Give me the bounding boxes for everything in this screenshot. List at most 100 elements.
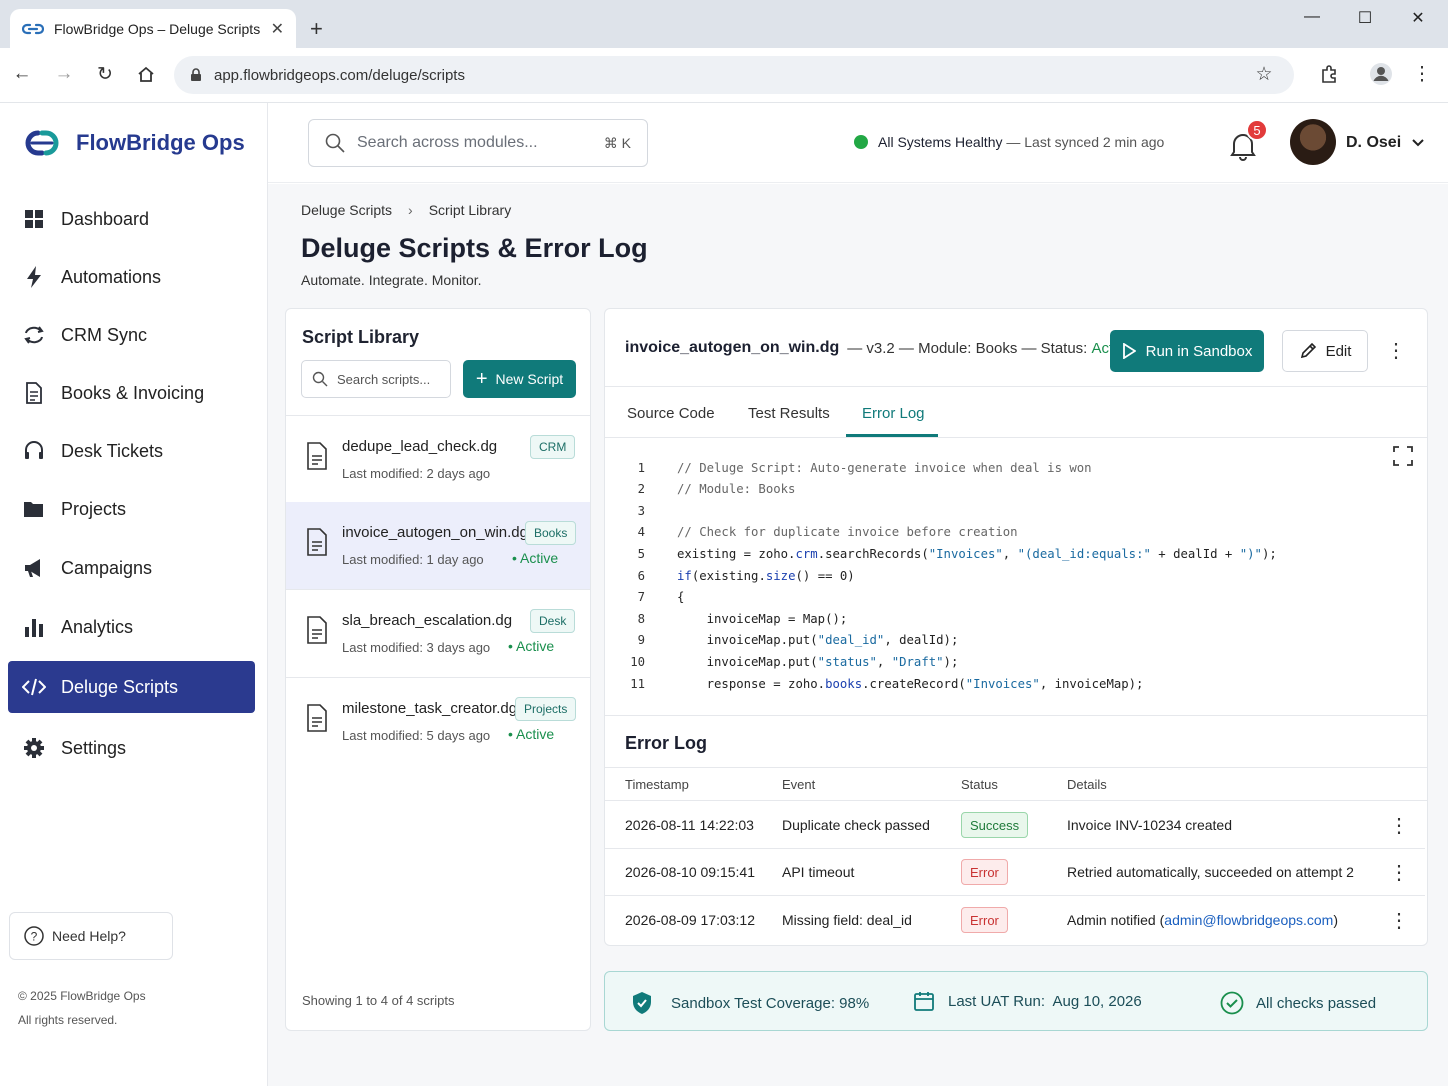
row-more-options-icon[interactable]: ⋮	[1389, 816, 1409, 836]
code-token: // Module: Books	[677, 482, 796, 497]
search-icon	[325, 133, 345, 153]
play-icon	[1122, 343, 1136, 359]
sidebar-item-analytics[interactable]: Analytics	[8, 601, 255, 653]
code-line: 9 invoiceMap.put("deal_id", dealId);	[605, 630, 959, 651]
status-text: Active	[520, 550, 559, 566]
browser-tab[interactable]: FlowBridge Ops – Deluge Scripts ✕	[10, 9, 296, 48]
module-tag: CRM	[530, 435, 576, 459]
row-more-options-icon[interactable]: ⋮	[1389, 911, 1409, 931]
flowbridge-logo-icon	[25, 130, 59, 156]
gear-icon	[22, 736, 46, 760]
bookmark-star-icon[interactable]: ☆	[1252, 62, 1276, 86]
home-icon[interactable]	[134, 62, 158, 86]
tab-source-code[interactable]: Source Code	[627, 405, 715, 422]
copyright: © 2025 FlowBridge Ops	[18, 989, 146, 1003]
expand-icon[interactable]	[1393, 446, 1413, 466]
avatar[interactable]	[1290, 119, 1336, 165]
list-item[interactable]: dedupe_lead_check.dg Last modified: 2 da…	[286, 416, 590, 504]
file-icon	[307, 616, 327, 644]
breadcrumb-item[interactable]: Deluge Scripts	[301, 202, 392, 218]
code-token: "Draft"	[891, 654, 944, 669]
forward-arrow-icon[interactable]: →	[52, 62, 76, 86]
admin-email-link[interactable]: admin@flowbridgeops.com	[1164, 912, 1333, 928]
row-more-options-icon[interactable]: ⋮	[1389, 863, 1409, 883]
edit-button[interactable]: Edit	[1282, 330, 1368, 372]
list-item[interactable]: sla_breach_escalation.dg Last modified: …	[286, 590, 590, 678]
script-filename: invoice_autogen_on_win.dg	[625, 339, 840, 356]
column-header: Event	[782, 777, 816, 792]
more-options-icon[interactable]: ⋮	[1386, 341, 1406, 361]
sidebar-item-books-invoicing[interactable]: Books & Invoicing	[8, 367, 255, 419]
lightning-icon	[22, 265, 46, 289]
new-tab-icon[interactable]: +	[310, 16, 323, 42]
pencil-icon	[1300, 342, 1316, 359]
sidebar-item-label: Dashboard	[61, 208, 150, 229]
url-text: app.flowbridgeops.com/deluge/scripts	[214, 66, 465, 84]
browser-menu-icon[interactable]: ⋮	[1410, 62, 1434, 86]
tab-test-results[interactable]: Test Results	[748, 405, 830, 422]
edit-label: Edit	[1325, 342, 1352, 360]
new-script-button[interactable]: + New Script	[463, 360, 576, 398]
code-line: 2 // Module: Books	[605, 479, 796, 500]
code-token: books	[825, 676, 863, 691]
cell-timestamp: 2026-08-11 14:22:03	[625, 817, 754, 833]
logo[interactable]: FlowBridge Ops	[18, 125, 245, 161]
column-header: Status	[961, 777, 998, 792]
uat-item: Last UAT Run: Aug 10, 2026	[914, 991, 1142, 1011]
minimize-icon[interactable]: —	[1297, 8, 1327, 26]
code-token: "Invoices"	[965, 676, 1040, 691]
code-token: .createRecord(	[862, 676, 966, 691]
table-row: 2026-08-11 14:22:03 Duplicate check pass…	[605, 802, 1425, 849]
sidebar-item-campaigns[interactable]: Campaigns	[8, 542, 255, 594]
notifications-button[interactable]: 5	[1230, 119, 1268, 161]
address-bar[interactable]: app.flowbridgeops.com/deluge/scripts	[174, 56, 1294, 94]
column-header: Timestamp	[625, 777, 689, 792]
maximize-icon[interactable]: ☐	[1350, 8, 1380, 28]
sidebar-item-deluge-scripts[interactable]: Deluge Scripts	[8, 661, 255, 713]
list-item[interactable]: milestone_task_creator.dg Last modified:…	[286, 678, 590, 766]
sidebar-item-crm-sync[interactable]: CRM Sync	[8, 309, 255, 361]
cell-timestamp: 2026-08-10 09:15:41	[625, 864, 755, 880]
sidebar-item-automations[interactable]: Automations	[8, 251, 255, 303]
line-number: 9	[637, 633, 645, 648]
reload-icon[interactable]: ↻	[93, 62, 117, 86]
back-arrow-icon[interactable]: ←	[10, 62, 34, 86]
divider	[605, 767, 1427, 768]
run-in-sandbox-button[interactable]: Run in Sandbox	[1110, 330, 1264, 372]
need-help-label: Need Help?	[52, 928, 126, 944]
close-tab-icon[interactable]: ✕	[271, 19, 284, 39]
status-badge: Success	[961, 812, 1029, 838]
table-row: 2026-08-09 17:03:12 Missing field: deal_…	[605, 897, 1425, 944]
uat-text: Last UAT Run: Aug 10, 2026	[948, 992, 1142, 1010]
script-header: invoice_autogen_on_win.dg — v3.2 — Modul…	[625, 339, 1132, 357]
system-status: All Systems Healthy — Last synced 2 min …	[854, 134, 1164, 150]
headset-icon	[22, 439, 46, 463]
breadcrumb-item[interactable]: Script Library	[429, 202, 511, 218]
page-title: Deluge Scripts & Error Log	[301, 233, 648, 263]
window-close-icon[interactable]: ✕	[1403, 8, 1433, 28]
extensions-icon[interactable]	[1317, 62, 1341, 86]
sidebar-item-projects[interactable]: Projects	[8, 483, 255, 535]
need-help-button[interactable]: ? Need Help?	[9, 912, 173, 960]
status-dot-icon	[854, 135, 868, 149]
brand-name: FlowBridge Ops	[76, 130, 245, 155]
sidebar-item-desk-tickets[interactable]: Desk Tickets	[8, 425, 255, 477]
svg-text:?: ?	[31, 930, 38, 944]
run-label: Run in Sandbox	[1145, 342, 1253, 360]
sidebar-item-settings[interactable]: Settings	[8, 722, 255, 774]
script-modified: Last modified: 1 day ago	[342, 552, 484, 567]
code-line: 10 invoiceMap.put("status", "Draft");	[605, 651, 958, 672]
code-token: {	[677, 590, 685, 605]
code-token: .searchRecords(	[817, 546, 929, 561]
script-search-input[interactable]: Search scripts...	[301, 360, 451, 398]
tab-error-log[interactable]: Error Log	[862, 405, 925, 422]
code-token: "deal_id"	[817, 633, 885, 648]
notification-count-badge: 5	[1246, 119, 1268, 141]
profile-icon[interactable]	[1369, 62, 1393, 86]
sidebar-item-dashboard[interactable]: Dashboard	[8, 193, 255, 245]
list-item[interactable]: invoice_autogen_on_win.dg Last modified:…	[286, 502, 590, 590]
calendar-icon	[914, 992, 934, 1011]
user-menu[interactable]: D. Osei	[1346, 134, 1425, 152]
file-icon	[307, 704, 327, 732]
global-search-input[interactable]: Search across modules... ⌘ K	[308, 119, 648, 167]
